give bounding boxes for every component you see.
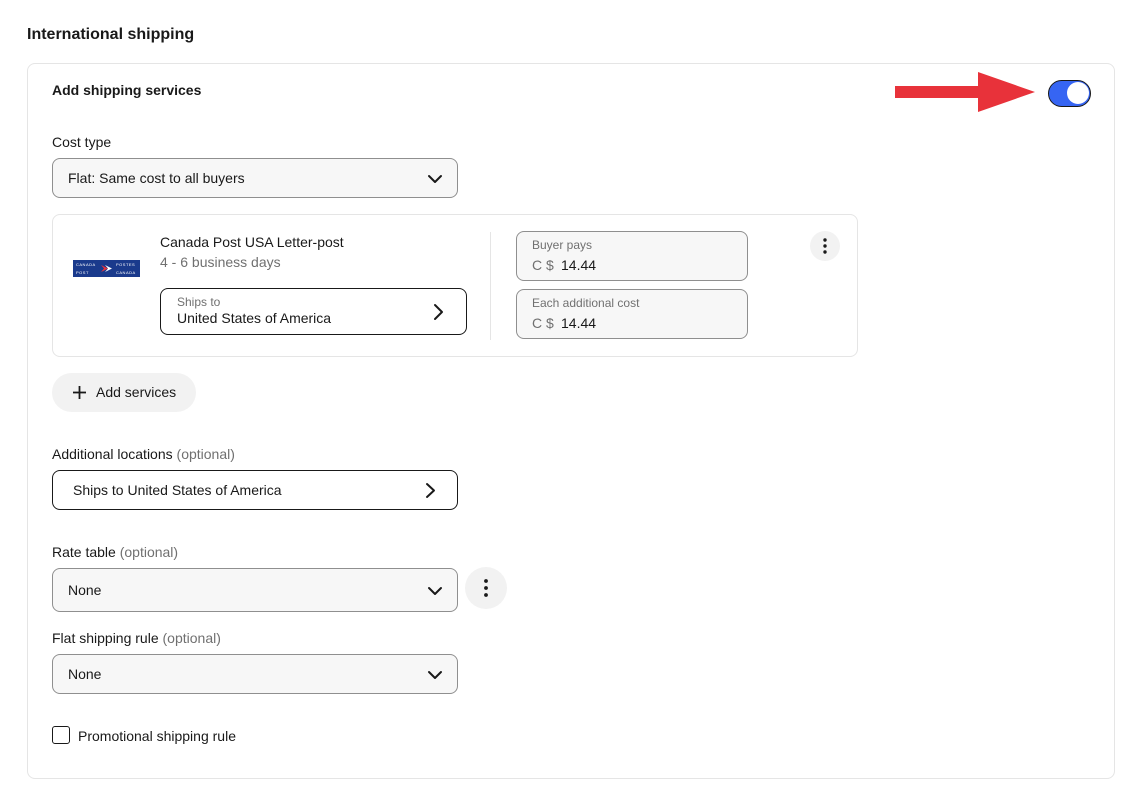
shipping-service-item: CANADA POSTES POST CANADA Canada Post US… [52,214,858,357]
chevron-right-icon [434,304,443,320]
service-more-options-button[interactable] [810,231,840,261]
plus-icon [73,386,86,399]
more-vertical-icon [484,579,488,597]
additional-locations-label: Additional locations (optional) [52,446,235,462]
buyer-pays-caption: Buyer pays [532,238,593,252]
add-services-button[interactable]: Add services [52,373,196,412]
ships-to-caption: Ships to [177,295,221,309]
ships-to-button[interactable]: Ships to United States of America [160,288,467,335]
ships-to-value: United States of America [177,310,332,326]
additional-cost-field[interactable]: Each additional cost C $ 14.44 [516,289,748,339]
rate-table-more-options-button[interactable] [465,567,507,609]
chevron-down-icon [428,587,442,595]
chevron-right-icon [426,483,435,498]
promotional-shipping-rule-label[interactable]: Promotional shipping rule [78,728,236,744]
shipping-services-card: Add shipping services Cost type Flat: Sa… [27,63,1115,779]
canada-post-logo: CANADA POSTES POST CANADA [73,260,140,277]
flat-shipping-rule-label: Flat shipping rule (optional) [52,630,221,646]
chevron-down-icon [428,175,442,183]
service-delivery-days: 4 - 6 business days [160,254,281,270]
flat-shipping-rule-select[interactable]: None [52,654,458,694]
chevron-down-icon [428,671,442,679]
section-title: International shipping [27,26,195,43]
vertical-divider [490,232,491,340]
additional-cost-currency: C $ [532,315,554,331]
toggle-knob [1067,82,1089,104]
card-title: Add shipping services [52,82,202,98]
cost-type-select[interactable]: Flat: Same cost to all buyers [52,158,458,198]
additional-locations-value: Ships to United States of America [73,482,282,498]
rate-table-select[interactable]: None [52,568,458,612]
additional-locations-button[interactable]: Ships to United States of America [52,470,458,510]
cost-type-value: Flat: Same cost to all buyers [68,170,245,186]
cost-type-label: Cost type [52,134,112,150]
promotional-shipping-rule-checkbox[interactable] [52,726,70,744]
buyer-pays-currency: C $ [532,257,554,273]
canada-post-emblem-icon [101,265,112,272]
add-shipping-services-toggle[interactable] [1048,80,1091,107]
service-name: Canada Post USA Letter-post [160,234,344,250]
rate-table-value: None [68,582,102,598]
more-vertical-icon [823,238,827,254]
additional-cost-amount: 14.44 [561,315,597,331]
buyer-pays-amount: 14.44 [561,257,597,273]
buyer-pays-field[interactable]: Buyer pays C $ 14.44 [516,231,748,281]
flat-shipping-rule-value: None [68,666,102,682]
rate-table-label: Rate table (optional) [52,544,179,560]
additional-cost-caption: Each additional cost [532,296,640,310]
add-services-label: Add services [96,384,177,400]
